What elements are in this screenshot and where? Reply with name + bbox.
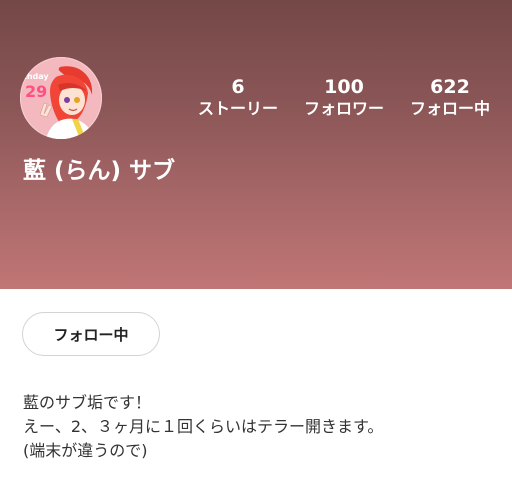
svg-text:29: 29 bbox=[25, 82, 47, 101]
svg-text:thday: thday bbox=[23, 72, 49, 81]
display-name: 藍 (らん) サブ bbox=[23, 158, 176, 184]
bio-line: 藍のサブ垢です！ bbox=[23, 393, 152, 412]
following-count: 622 bbox=[430, 76, 470, 98]
bio-line: えー、2、３ヶ月に１回くらいはテラー開きます。 bbox=[23, 417, 384, 436]
avatar-illustration: thday 29 bbox=[20, 57, 102, 139]
profile-content: フォロー中 藍のサブ垢です！ えー、2、３ヶ月に１回くらいはテラー開きます。 (… bbox=[0, 289, 512, 493]
profile-header: thday 29 6 ストーリー 100 フォロワー 622 フォロー中 藍 (… bbox=[0, 0, 512, 289]
following-button[interactable]: フォロー中 bbox=[22, 312, 160, 356]
stat-followers[interactable]: 100 フォロワー bbox=[296, 76, 392, 120]
stat-stories[interactable]: 6 ストーリー bbox=[190, 76, 286, 120]
followers-label: フォロワー bbox=[303, 99, 384, 118]
bio: 藍のサブ垢です！ えー、2、３ヶ月に１回くらいはテラー開きます。 (端末が違うの… bbox=[23, 391, 493, 463]
stories-count: 6 bbox=[231, 76, 245, 98]
avatar[interactable]: thday 29 bbox=[20, 57, 102, 139]
followers-count: 100 bbox=[324, 76, 364, 98]
stat-following[interactable]: 622 フォロー中 bbox=[402, 76, 498, 120]
stories-label: ストーリー bbox=[197, 99, 278, 118]
profile-page: thday 29 6 ストーリー 100 フォロワー 622 フォロー中 藍 (… bbox=[0, 0, 512, 493]
following-label: フォロー中 bbox=[409, 99, 490, 118]
bio-line: (端末が違うので) bbox=[23, 441, 148, 460]
